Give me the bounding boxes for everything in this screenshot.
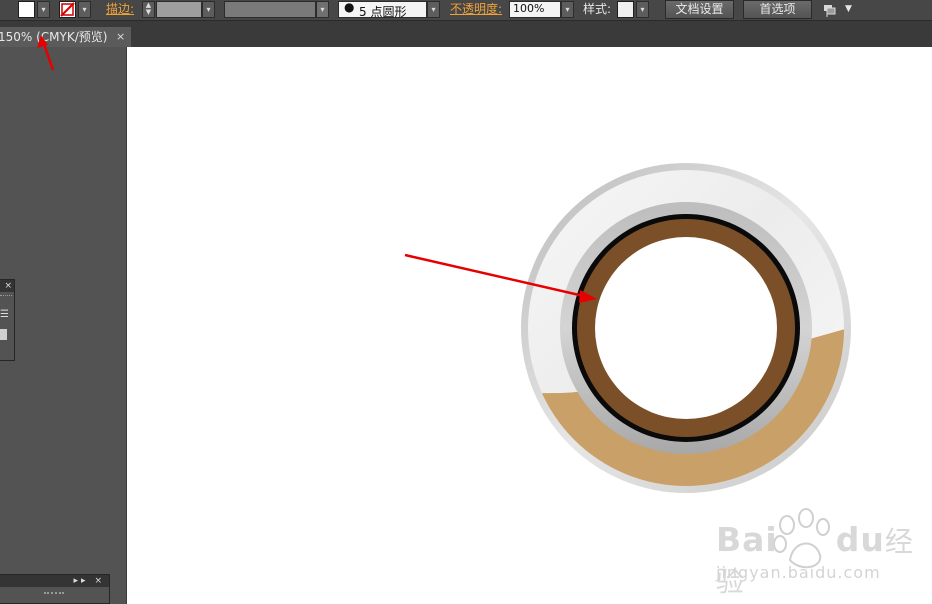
annotation-arrow-tab <box>37 35 55 71</box>
watermark-brand: Bai du经验 <box>716 520 932 600</box>
watermark-url: jingyan.baidu.com <box>716 563 881 582</box>
watermark-brand-end: du <box>835 520 885 559</box>
watermark-brand-start: Bai <box>716 520 778 559</box>
ring-graphic[interactable] <box>520 163 860 500</box>
center-hole <box>595 237 777 419</box>
artwork <box>37 35 860 569</box>
